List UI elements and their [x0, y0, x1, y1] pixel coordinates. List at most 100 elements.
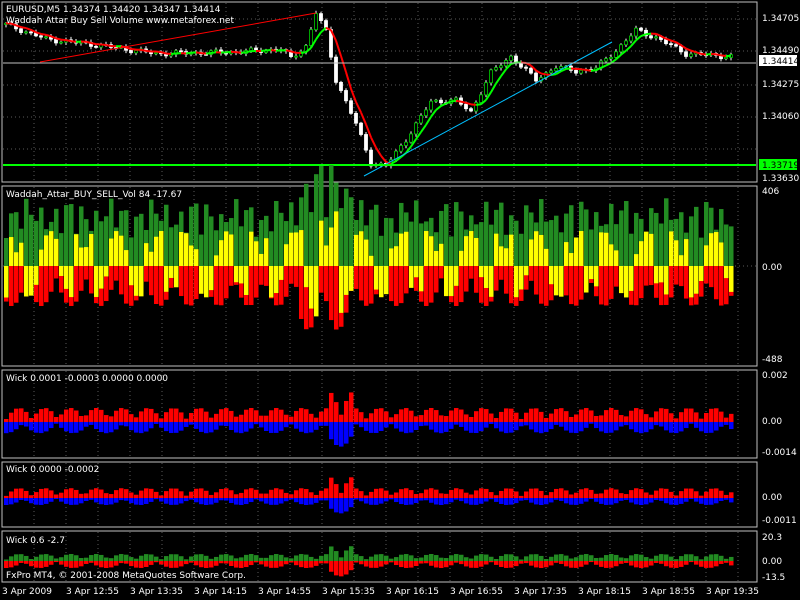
wick-down-bar	[149, 422, 154, 429]
wick-up-bar	[104, 493, 109, 498]
wick-up-bar	[179, 556, 184, 561]
wick-down-bar	[514, 422, 519, 431]
wick-up-bar	[694, 412, 699, 422]
wick-up-bar	[29, 495, 34, 498]
wick-up-bar	[59, 492, 64, 498]
wick-down-bar	[189, 498, 194, 500]
sell-volume-bar	[524, 266, 529, 276]
red-volume-bar	[79, 266, 84, 291]
candle	[59, 41, 63, 44]
wick-up-bar	[654, 490, 659, 498]
wick-down-bar	[534, 498, 539, 505]
wick-up-bar	[549, 492, 554, 498]
wick-down-bar	[264, 561, 269, 567]
wick-up-bar	[429, 408, 434, 422]
sell-volume-bar	[304, 266, 309, 288]
wick-down-bar	[284, 498, 289, 502]
buy-volume-bar	[374, 204, 379, 266]
candle	[454, 97, 458, 101]
candle	[614, 51, 618, 58]
wick-up-bar	[659, 554, 664, 561]
candle	[359, 122, 363, 135]
wick-down-bar	[454, 561, 459, 563]
wick-up-bar	[129, 414, 134, 422]
buy-volume-bar	[174, 224, 179, 266]
wick-down-bar	[679, 498, 684, 504]
sell-volume-bar	[369, 255, 374, 266]
wick-down-bar	[79, 561, 84, 567]
wick-down-bar	[574, 561, 579, 568]
red-volume-bar	[464, 266, 469, 292]
wick-down-bar	[184, 498, 189, 502]
wick-down-bar	[64, 561, 69, 567]
candle	[624, 40, 628, 46]
wick-down-bar	[179, 561, 184, 567]
wick-down-bar	[529, 561, 534, 566]
red-volume-bar	[324, 266, 329, 302]
wick-down-bar	[709, 498, 714, 505]
wick-down-bar	[564, 498, 569, 504]
wick-panel-1[interactable]	[4, 392, 734, 447]
red-volume-bar	[259, 266, 264, 285]
price-panel[interactable]	[3, 10, 756, 177]
wick-down-bar	[39, 422, 44, 434]
wick-down-bar	[194, 422, 199, 429]
wick-up-bar	[454, 488, 459, 498]
candle	[654, 36, 658, 39]
wick-down-bar	[134, 422, 139, 433]
mt4-chart[interactable]: EURUSD,M5 1.34374 1.34420 1.34347 1.3441…	[0, 0, 800, 600]
wick-down-bar	[29, 498, 34, 504]
current-price-label: 1.34414	[762, 57, 799, 67]
sell-volume-bar	[484, 266, 489, 288]
wick-down-bar	[129, 498, 134, 504]
candle	[404, 141, 408, 146]
sell-volume-bar	[699, 266, 704, 282]
red-volume-bar	[359, 266, 364, 301]
red-volume-bar	[289, 266, 294, 284]
wick-up-bar	[104, 415, 109, 422]
wick-up-bar	[159, 559, 164, 561]
wick-panel-2[interactable]	[4, 477, 734, 514]
wick-down-bar	[334, 422, 339, 446]
wick-down-bar	[224, 498, 229, 501]
wick-up-bar	[239, 414, 244, 422]
sell-volume-bar	[599, 232, 604, 266]
wick-down-bar	[524, 422, 529, 426]
wick-down-bar	[164, 561, 169, 567]
wick-down-bar	[279, 498, 284, 504]
wick-up-bar	[334, 402, 339, 422]
wick-up-bar	[364, 559, 369, 561]
wick-up-bar	[694, 556, 699, 561]
wick-down-bar	[59, 561, 64, 565]
wick-up-bar	[114, 410, 119, 422]
buy-volume-bar	[64, 205, 69, 266]
wick-down-bar	[114, 498, 119, 503]
sell-volume-bar	[604, 232, 609, 266]
wick-up-bar	[714, 554, 719, 561]
time-axis-label: 3 Apr 14:55	[258, 587, 311, 597]
wick-down-bar	[404, 422, 409, 434]
wick-up-bar	[369, 556, 374, 561]
sell-volume-bar	[589, 266, 594, 280]
wick-down-bar	[389, 422, 394, 425]
wick-down-bar	[629, 561, 634, 566]
wick-up-bar	[179, 412, 184, 422]
wick-down-bar	[524, 561, 529, 564]
wick-up-bar	[594, 493, 599, 498]
wick-up-bar	[304, 409, 309, 422]
wick-down-bar	[454, 498, 459, 500]
wick-down-bar	[474, 422, 479, 434]
wick-up-bar	[634, 488, 639, 498]
wick-up-bar	[454, 408, 459, 422]
buy-volume-bar	[484, 201, 489, 266]
red-volume-bar	[109, 266, 114, 290]
sell-volume-bar	[424, 231, 429, 266]
wick-up-bar	[64, 409, 69, 422]
moving-average-segment	[205, 51, 212, 55]
wick-up-bar	[159, 418, 164, 422]
wick-up-bar	[59, 557, 64, 561]
candle	[529, 67, 533, 74]
red-volume-bar	[604, 266, 609, 306]
wick-down-bar	[29, 422, 34, 431]
sell-volume-bar	[464, 236, 469, 266]
